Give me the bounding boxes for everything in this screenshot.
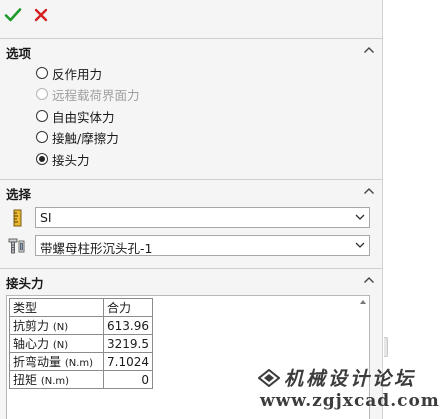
connector-row: 带螺母柱形沉头孔-1: [0, 235, 383, 257]
force-name: 折弯动量: [13, 355, 62, 369]
row-value: 613.96: [103, 316, 153, 335]
toolbar: [0, 0, 383, 33]
units-row: SI: [0, 207, 383, 229]
check-icon: [4, 8, 22, 22]
table-row: 折弯动量 (N.m) 7.1024: [9, 352, 153, 371]
ruler-icon: [13, 209, 22, 227]
row-value: 0: [103, 370, 153, 389]
row-name: 折弯动量 (N.m): [9, 352, 104, 371]
radio-label: 接头力: [52, 152, 90, 168]
cancel-button[interactable]: [32, 6, 50, 24]
chevron-up-icon[interactable]: [363, 275, 375, 285]
header-type: 类型: [9, 298, 104, 317]
selection-header[interactable]: 选择: [0, 180, 383, 204]
radio-label: 自由实体力: [52, 109, 115, 125]
row-value: 3219.5: [103, 334, 153, 353]
connector-value: 带螺母柱形沉头孔-1: [40, 241, 153, 256]
bolt-icon: [8, 238, 25, 254]
joint-forces-table: 类型 合力 抗剪力 (N) 613.96 轴心力 (N) 3219.5 折弯动量…: [9, 298, 153, 389]
chevron-down-icon: [355, 242, 365, 248]
diamond-logo-icon: [258, 369, 280, 387]
force-unit: (N.m): [64, 358, 94, 369]
table-header-row: 类型 合力: [9, 298, 153, 317]
radio-button[interactable]: [36, 110, 48, 122]
radio-contact-friction-force[interactable]: 接触/摩擦力: [36, 127, 119, 147]
radio-joint-force[interactable]: 接头力: [36, 149, 90, 169]
table-row: 扭矩 (N.m) 0: [9, 370, 153, 389]
radio-label: 反作用力: [52, 66, 103, 82]
table-row: 轴心力 (N) 3219.5: [9, 334, 153, 353]
options-title: 选项: [6, 46, 32, 61]
row-name: 扭矩 (N.m): [9, 370, 104, 389]
radio-button[interactable]: [36, 131, 48, 143]
table-row: 抗剪力 (N) 613.96: [9, 316, 153, 335]
radio-remote-load-interface-force: 远程载荷界面力: [36, 84, 140, 104]
options-section: 选项 反作用力 远程载荷界面力 自由实体力 接触/摩擦力 接头力: [0, 38, 383, 178]
panel-splitter-handle[interactable]: [384, 337, 388, 357]
units-dropdown[interactable]: SI: [35, 207, 370, 228]
property-manager-panel: 选项 反作用力 远程载荷界面力 自由实体力 接触/摩擦力 接头力 选择 SI 带…: [0, 0, 383, 419]
force-name: 抗剪力: [13, 319, 50, 333]
watermark-url: www.zgjxcad.com: [260, 391, 440, 411]
radio-button: [36, 88, 48, 100]
force-unit: (N.m): [40, 376, 70, 387]
radio-reaction-force[interactable]: 反作用力: [36, 63, 102, 83]
options-header[interactable]: 选项: [0, 39, 383, 63]
force-unit: (N): [52, 340, 69, 351]
chevron-down-icon: [355, 214, 365, 220]
force-name: 轴心力: [13, 337, 50, 351]
ok-button[interactable]: [4, 6, 22, 24]
radio-label: 接触/摩擦力: [52, 130, 119, 146]
header-resultant: 合力: [103, 298, 153, 317]
force-unit: (N): [52, 322, 69, 333]
row-value: 7.1024: [103, 352, 153, 371]
row-name: 抗剪力 (N): [9, 316, 104, 335]
row-name: 轴心力 (N): [9, 334, 104, 353]
joint-forces-title: 接头力: [6, 276, 44, 291]
scroll-up-arrow-icon[interactable]: [359, 298, 367, 306]
radio-free-body-force[interactable]: 自由实体力: [36, 106, 115, 126]
selection-title: 选择: [6, 187, 32, 202]
joint-forces-header[interactable]: 接头力: [0, 269, 383, 293]
chevron-up-icon[interactable]: [363, 186, 375, 196]
graphics-area[interactable]: [384, 0, 445, 419]
watermark-text: 机械设计论坛: [284, 368, 417, 390]
selection-section: 选择 SI 带螺母柱形沉头孔-1: [0, 179, 383, 263]
radio-button-selected[interactable]: [36, 153, 48, 165]
radio-label: 远程载荷界面力: [52, 87, 140, 103]
force-name: 扭矩: [13, 373, 38, 387]
units-value: SI: [40, 210, 52, 225]
connector-dropdown[interactable]: 带螺母柱形沉头孔-1: [35, 235, 370, 256]
close-icon: [34, 8, 48, 22]
chevron-up-icon[interactable]: [363, 45, 375, 55]
radio-button[interactable]: [36, 67, 48, 79]
watermark: 机械设计论坛 www.zgjxcad.com: [258, 364, 443, 416]
